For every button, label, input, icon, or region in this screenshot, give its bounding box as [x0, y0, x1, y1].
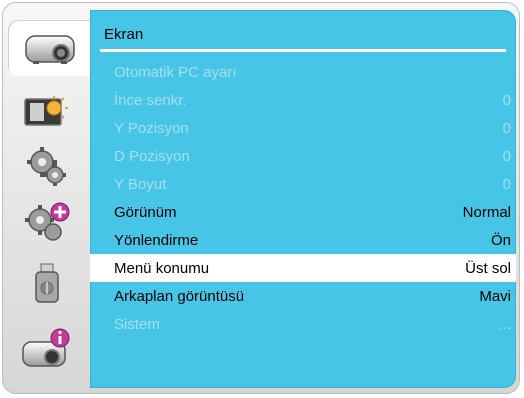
- gear-plus-icon: [20, 200, 74, 244]
- menu-row-value: 0: [502, 147, 511, 165]
- menu-row: Y Pozisyon 0: [90, 114, 516, 142]
- menu-row-value: ...: [498, 315, 511, 333]
- menu-row: İnce senkr. 0: [90, 86, 516, 114]
- menu-row-label: Menü konumu: [114, 259, 210, 277]
- menu-row-label: Y Pozisyon: [114, 119, 189, 137]
- menu-row-value: Ön: [490, 231, 511, 249]
- tab-media[interactable]: [8, 256, 86, 312]
- menu-row: Y Boyut 0: [90, 170, 516, 198]
- usb-drive-icon: [20, 262, 74, 306]
- sidebar: [8, 8, 92, 390]
- menu-panel: Ekran Otomatik PC ayarı İnce senkr. 0 Y Poz…: [90, 10, 516, 388]
- tab-picture[interactable]: [8, 84, 86, 140]
- menu-row-label: Yönlendirme: [114, 231, 199, 249]
- menu-row-label: Y Boyut: [114, 175, 167, 193]
- menu-row-label: D Pozisyon: [114, 147, 190, 165]
- gear-icon: [20, 144, 74, 188]
- menu-row-value: Normal: [462, 203, 511, 221]
- menu-row[interactable]: Menü konumu Üst sol: [90, 254, 516, 282]
- panel-title: Ekran: [104, 26, 144, 43]
- menu-row-value: Mavi: [479, 287, 511, 305]
- image-brightness-icon: [20, 92, 74, 132]
- menu-row-value: 0: [502, 175, 511, 193]
- tab-display[interactable]: [8, 20, 92, 76]
- menu-row[interactable]: Yönlendirme Ön: [90, 226, 516, 254]
- projector-info-icon: [20, 326, 74, 370]
- menu-row-label: Otomatik PC ayarı: [114, 63, 237, 81]
- menu-row-label: İnce senkr.: [114, 91, 187, 109]
- menu-row-value: 0: [502, 91, 511, 109]
- menu-row-value: Üst sol: [465, 259, 511, 277]
- menu-row-label: Görünüm: [114, 203, 177, 221]
- menu-row-value: 0: [502, 119, 511, 137]
- menu-row[interactable]: Görünüm Normal: [90, 198, 516, 226]
- projector-icon: [23, 28, 77, 68]
- menu-row-label: Sistem: [114, 315, 160, 333]
- title-divider: [100, 49, 506, 52]
- tab-setup[interactable]: [8, 138, 86, 194]
- tab-extended[interactable]: [8, 194, 86, 250]
- menu-row: D Pozisyon 0: [90, 142, 516, 170]
- menu-row-label: Arkaplan görüntüsü: [114, 287, 245, 305]
- menu-row: Sistem...: [90, 310, 516, 338]
- tab-info[interactable]: [8, 320, 86, 376]
- menu-row[interactable]: Arkaplan görüntüsü Mavi: [90, 282, 516, 310]
- menu-row: Otomatik PC ayarı: [90, 58, 516, 86]
